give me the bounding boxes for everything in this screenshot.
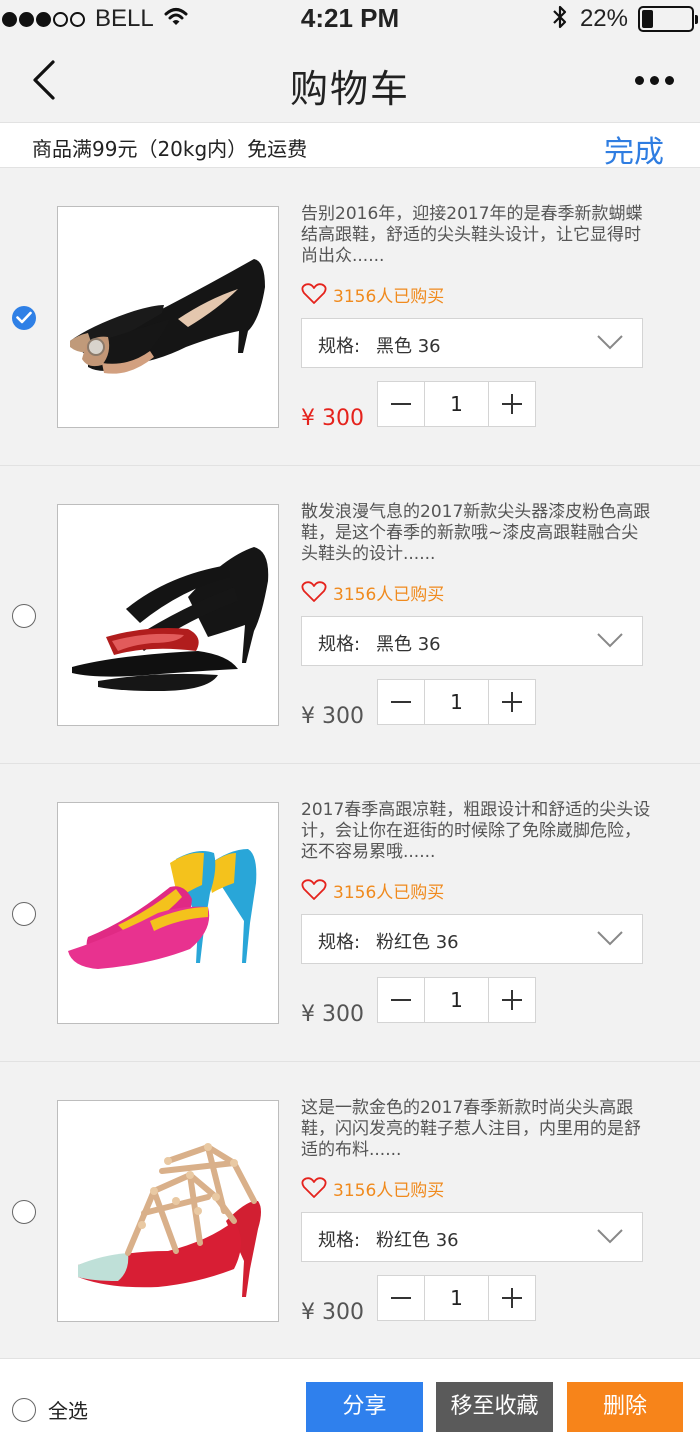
chevron-down-icon xyxy=(597,1229,623,1244)
quantity-value[interactable]: 1 xyxy=(424,680,489,724)
heart-icon xyxy=(301,283,327,304)
product-description: 散发浪漫气息的2017新款尖头器漆皮粉色高跟鞋，是这个春季的新款哦~漆皮高跟鞋融… xyxy=(301,502,651,564)
battery-icon xyxy=(638,6,698,32)
nav-bar: 购物车 xyxy=(0,38,700,122)
increment-button[interactable] xyxy=(489,680,535,724)
pink-yellow-heel-image xyxy=(68,849,257,969)
quantity-value[interactable]: 1 xyxy=(424,978,489,1022)
minus-icon xyxy=(391,999,411,1001)
spec-value: 粉红色 36 xyxy=(376,932,459,953)
product-image[interactable] xyxy=(57,802,279,1024)
price: ¥ 300 xyxy=(301,1002,364,1027)
price: ¥ 300 xyxy=(301,704,364,729)
quantity-stepper: 1 xyxy=(377,679,536,725)
buyers-text: 3156人已购买 xyxy=(333,584,445,605)
spec-value: 黑色 36 xyxy=(376,634,441,655)
item-checkbox[interactable] xyxy=(12,604,36,628)
plus-icon xyxy=(502,990,522,1010)
buyers-text: 3156人已购买 xyxy=(333,882,445,903)
product-description: 这是一款金色的2017春季新款时尚尖头高跟鞋，闪闪发亮的鞋子惹人注目，内里用的是… xyxy=(301,1098,641,1160)
buyers-text: 3156人已购买 xyxy=(333,1180,445,1201)
done-button[interactable]: 完成 xyxy=(604,127,664,171)
spec-label: 规格: xyxy=(318,634,361,655)
select-all-radio[interactable] xyxy=(12,1397,36,1422)
more-icon-dot xyxy=(665,75,674,85)
cart-item: 2017春季高跟凉鞋，粗跟设计和舒适的尖头设计，会让你在逛街的时候除了免除崴脚危… xyxy=(0,764,700,1062)
quantity-stepper: 1 xyxy=(377,381,536,427)
product-image[interactable] xyxy=(57,504,279,726)
decrement-button[interactable] xyxy=(378,978,424,1022)
decrement-button[interactable] xyxy=(378,1276,424,1320)
more-icon-dot xyxy=(635,75,644,85)
minus-icon xyxy=(391,403,411,405)
select-all-toggle[interactable]: 全选 xyxy=(12,1395,88,1424)
plus-icon xyxy=(502,692,522,712)
quantity-stepper: 1 xyxy=(377,977,536,1023)
decrement-button[interactable] xyxy=(378,382,424,426)
chevron-down-icon xyxy=(597,633,623,648)
more-button[interactable] xyxy=(629,68,674,92)
plus-icon xyxy=(502,394,522,414)
select-all-label: 全选 xyxy=(48,1399,88,1423)
minus-icon xyxy=(391,701,411,703)
item-checkbox[interactable] xyxy=(12,902,36,926)
move-to-favorites-button[interactable]: 移至收藏 xyxy=(436,1382,553,1432)
spec-value: 黑色 36 xyxy=(376,336,441,357)
spec-selector[interactable]: 规格: 黑色 36 xyxy=(301,616,643,666)
heart-icon xyxy=(301,581,327,602)
quantity-value[interactable]: 1 xyxy=(424,1276,489,1320)
plus-icon xyxy=(502,1288,522,1308)
spec-value: 粉红色 36 xyxy=(376,1230,459,1251)
decrement-button[interactable] xyxy=(378,680,424,724)
buyers-count: 3156人已购买 xyxy=(301,878,445,903)
studded-red-heel-image xyxy=(78,1143,261,1297)
cart-item: 散发浪漫气息的2017新款尖头器漆皮粉色高跟鞋，是这个春季的新款哦~漆皮高跟鞋融… xyxy=(0,466,700,764)
status-bar: BELL 4:21 PM 22% xyxy=(0,0,700,38)
heart-icon xyxy=(301,1177,327,1198)
shipping-notice: 商品满99元（20kg内）免运费 xyxy=(32,137,308,161)
battery-percent: 22% xyxy=(579,5,628,32)
product-description: 2017春季高跟凉鞋，粗跟设计和舒适的尖头设计，会让你在逛街的时候除了免除崴脚危… xyxy=(301,800,651,862)
buyers-count: 3156人已购买 xyxy=(301,1176,445,1201)
item-checkbox[interactable] xyxy=(12,1200,36,1224)
more-icon-dot xyxy=(650,75,659,85)
heart-icon xyxy=(301,879,327,900)
check-icon xyxy=(16,311,32,324)
minus-icon xyxy=(391,1297,411,1299)
product-image[interactable] xyxy=(57,1100,279,1322)
share-button[interactable]: 分享 xyxy=(306,1382,423,1432)
spec-label: 规格: xyxy=(318,1230,361,1251)
spec-label: 规格: xyxy=(318,336,361,357)
shipping-notice-bar: 商品满99元（20kg内）免运费 完成 xyxy=(0,122,700,171)
red-strap-sandal-image xyxy=(72,547,269,691)
product-image[interactable] xyxy=(57,206,279,428)
spec-selector[interactable]: 规格: 粉红色 36 xyxy=(301,1212,643,1262)
chevron-down-icon xyxy=(597,931,623,946)
spec-selector[interactable]: 规格: 粉红色 36 xyxy=(301,914,643,964)
buyers-count: 3156人已购买 xyxy=(301,580,445,605)
buyers-count: 3156人已购买 xyxy=(301,282,445,307)
battery-fill xyxy=(642,10,653,28)
item-checkbox[interactable] xyxy=(12,306,36,330)
increment-button[interactable] xyxy=(489,1276,535,1320)
spec-selector[interactable]: 规格: 黑色 36 xyxy=(301,318,643,368)
page-title: 购物车 xyxy=(289,67,410,111)
product-description: 告别2016年，迎接2017年的是春季新款蝴蝶结高跟鞋，舒适的尖头鞋头设计，让它… xyxy=(301,204,643,266)
cart-item: 告别2016年，迎接2017年的是春季新款蝴蝶结高跟鞋，舒适的尖头鞋头设计，让它… xyxy=(0,168,700,466)
bluetooth-icon xyxy=(552,4,568,34)
bottom-action-bar: 全选 分享 移至收藏 删除 xyxy=(0,1358,700,1452)
spec-label: 规格: xyxy=(318,932,361,953)
increment-button[interactable] xyxy=(489,382,535,426)
price: ¥ 300 xyxy=(301,1300,364,1325)
status-right: 22% xyxy=(552,4,698,34)
chevron-down-icon xyxy=(597,335,623,350)
black-heel-shoe-image xyxy=(70,259,265,374)
price: ¥ 300 xyxy=(301,406,364,431)
delete-button[interactable]: 删除 xyxy=(567,1382,683,1432)
buyers-text: 3156人已购买 xyxy=(333,286,445,307)
quantity-value[interactable]: 1 xyxy=(424,382,489,426)
cart-item: 这是一款金色的2017春季新款时尚尖头高跟鞋，闪闪发亮的鞋子惹人注目，内里用的是… xyxy=(0,1062,700,1360)
increment-button[interactable] xyxy=(489,978,535,1022)
quantity-stepper: 1 xyxy=(377,1275,536,1321)
